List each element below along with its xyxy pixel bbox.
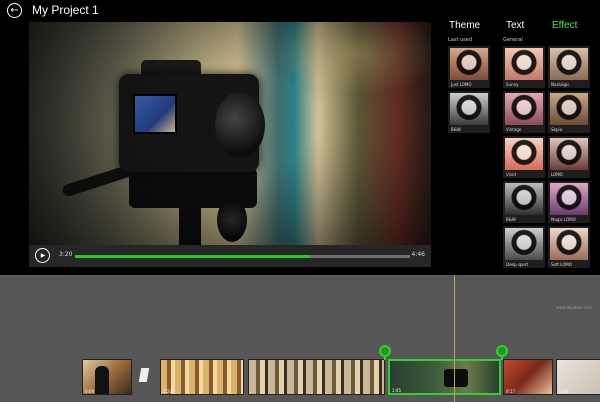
effect-name: Vivid xyxy=(506,172,516,177)
tab-text[interactable]: Text xyxy=(506,20,524,31)
play-icon: ▶ xyxy=(40,252,46,259)
last-used-label: Last used xyxy=(448,37,473,43)
effect-preview-image xyxy=(550,138,588,170)
video-preview[interactable] xyxy=(29,22,431,245)
effect-thumb[interactable]: B&W xyxy=(503,181,545,223)
trim-handle-left[interactable] xyxy=(379,345,391,357)
clip-duration: 0:17 xyxy=(506,389,515,394)
clip-duration: 1:05 xyxy=(392,388,401,393)
general-label: General xyxy=(503,37,523,43)
effect-name: Nostalgic xyxy=(551,82,570,87)
effect-preview-image xyxy=(550,183,588,215)
effect-name: B&W xyxy=(506,217,516,222)
project-title: My Project 1 xyxy=(32,3,99,17)
effect-thumb[interactable]: B&W xyxy=(448,91,490,133)
effect-thumb[interactable]: Vivid xyxy=(503,136,545,178)
effect-name: Deep sport xyxy=(506,262,529,267)
timeline-clip[interactable]: 0:09 xyxy=(82,359,132,395)
timeline-clip[interactable]: 0:14 xyxy=(556,359,600,395)
transition-icon[interactable] xyxy=(138,368,150,382)
effect-preview-image xyxy=(450,48,488,80)
effect-preview-image xyxy=(550,228,588,260)
effect-name: Soft LOMO xyxy=(551,262,572,267)
effect-preview-image xyxy=(450,93,488,125)
tab-theme[interactable]: Theme xyxy=(449,20,480,31)
watermark: www.wpxbox.com xyxy=(556,305,592,310)
effect-thumb[interactable]: Sunny xyxy=(503,46,545,88)
effect-thumb[interactable]: Nostalgic xyxy=(548,46,590,88)
seek-bar-progress xyxy=(75,255,310,258)
clip-duration: 1:22 xyxy=(163,389,172,394)
back-arrow-icon: ← xyxy=(10,4,19,16)
effect-name: B&W xyxy=(451,127,461,132)
effect-thumb[interactable]: LOMO xyxy=(548,136,590,178)
clip-duration: 0:09 xyxy=(85,389,94,394)
effect-thumb[interactable]: Vintage xyxy=(503,91,545,133)
effect-thumb[interactable]: Just LOMO xyxy=(448,46,490,88)
back-button[interactable]: ← xyxy=(7,3,22,18)
seek-bar[interactable] xyxy=(75,255,410,258)
timeline-clip[interactable] xyxy=(248,359,385,395)
tab-effect[interactable]: Effect xyxy=(552,20,577,31)
total-time: 4:46 xyxy=(411,251,425,258)
effect-name: Just LOMO xyxy=(451,82,472,87)
effect-name: Sepia xyxy=(551,127,563,132)
current-time: 3:20 xyxy=(59,251,73,258)
effect-preview-image xyxy=(505,228,543,260)
preview-vignette xyxy=(29,22,431,245)
timeline-clip[interactable]: 0:17 xyxy=(503,359,553,395)
effect-preview-image xyxy=(505,138,543,170)
effect-thumb[interactable]: Magic LOMO xyxy=(548,181,590,223)
effect-preview-image xyxy=(505,48,543,80)
playhead[interactable] xyxy=(454,275,455,402)
effect-thumb[interactable]: Soft LOMO xyxy=(548,226,590,268)
panel-tabs: Theme Text Effect xyxy=(447,20,597,34)
effect-preview-image xyxy=(550,93,588,125)
playback-controls: ▶ 3:20 4:46 xyxy=(29,245,431,267)
effect-name: Sunny xyxy=(506,82,519,87)
play-button[interactable]: ▶ xyxy=(35,248,50,263)
timeline[interactable]: 0:09 1:22 1:05 0:17 0:14 www.wpxbox.com xyxy=(0,275,600,402)
effect-preview-image xyxy=(550,48,588,80)
trim-handle-right[interactable] xyxy=(496,345,508,357)
effect-preview-image xyxy=(505,93,543,125)
effect-name: LOMO xyxy=(551,172,563,177)
effect-preview-image xyxy=(505,183,543,215)
effect-name: Vintage xyxy=(506,127,522,132)
timeline-clip[interactable]: 1:22 xyxy=(160,359,244,395)
effect-thumb[interactable]: Sepia xyxy=(548,91,590,133)
timeline-clip-selected[interactable]: 1:05 xyxy=(388,359,501,395)
effect-thumb[interactable]: Deep sport xyxy=(503,226,545,268)
clip-duration: 0:14 xyxy=(559,389,568,394)
effect-name: Magic LOMO xyxy=(551,217,576,222)
